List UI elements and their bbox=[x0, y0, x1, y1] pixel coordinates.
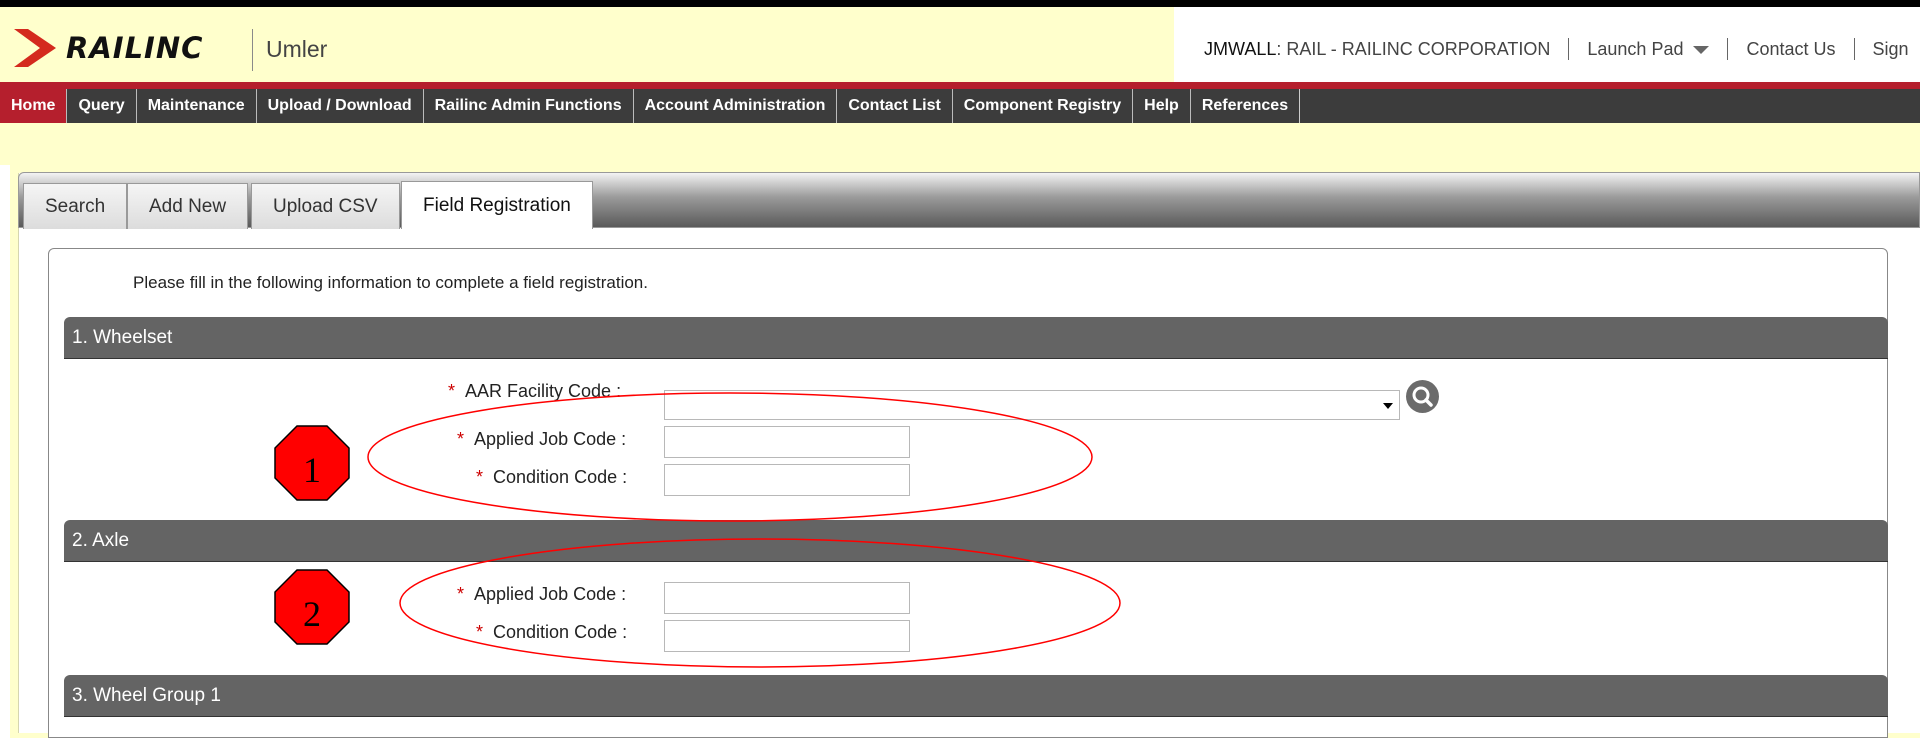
menu-component-registry[interactable]: Component Registry bbox=[953, 89, 1134, 123]
aar-facility-code-select[interactable] bbox=[664, 390, 1400, 420]
menu-home[interactable]: Home bbox=[0, 89, 68, 123]
menu-maintenance[interactable]: Maintenance bbox=[137, 89, 257, 123]
menu-help[interactable]: Help bbox=[1133, 89, 1191, 123]
section-header-axle[interactable]: 2. Axle bbox=[64, 520, 1888, 562]
launch-pad-label: Launch Pad bbox=[1587, 38, 1684, 59]
brand-name: RAILINC bbox=[66, 31, 204, 65]
app-header: RAILINC Umler JMWALL : RAIL - RAILINC CO… bbox=[0, 7, 1920, 85]
user-id: JMWALL bbox=[1204, 38, 1277, 59]
required-marker: * bbox=[448, 381, 456, 401]
aar-facility-code-label: * AAR Facility Code : bbox=[448, 381, 622, 401]
tab-add-new[interactable]: Add New bbox=[127, 183, 249, 229]
required-marker: * bbox=[476, 467, 484, 487]
axle-condition-code-label: * Condition Code : bbox=[476, 622, 628, 642]
required-marker: * bbox=[457, 429, 465, 449]
section-header-wheelset[interactable]: 1. Wheelset bbox=[64, 317, 1888, 359]
tab-upload-csv[interactable]: Upload CSV bbox=[251, 183, 400, 229]
sub-header-band bbox=[0, 123, 1920, 165]
caret-down-icon bbox=[1693, 45, 1710, 54]
axle-applied-job-code-input[interactable] bbox=[664, 582, 910, 614]
axle-applied-job-code-label: * Applied Job Code : bbox=[457, 584, 627, 604]
app-name: Umler bbox=[266, 36, 328, 62]
contact-us-link[interactable]: Contact Us bbox=[1746, 39, 1835, 60]
tab-strip: Search Add New Upload CSV Field Registra… bbox=[18, 172, 1920, 229]
menu-railinc-admin[interactable]: Railinc Admin Functions bbox=[424, 89, 634, 123]
brand-red-rule bbox=[0, 82, 1920, 89]
form-intro: Please fill in the following information… bbox=[133, 273, 648, 292]
railinc-logo[interactable]: RAILINC bbox=[14, 29, 203, 67]
user-area: JMWALL : RAIL - RAILINC CORPORATION Laun… bbox=[1204, 38, 1909, 60]
wheelset-applied-job-code-label: * Applied Job Code : bbox=[457, 429, 627, 449]
wheelset-condition-code-input[interactable] bbox=[664, 464, 910, 496]
launch-pad-menu[interactable]: Launch Pad bbox=[1587, 38, 1710, 60]
dropdown-arrow-icon bbox=[1383, 403, 1393, 409]
divider bbox=[1568, 38, 1570, 60]
logo-divider bbox=[252, 29, 253, 71]
menu-contact-list[interactable]: Contact List bbox=[837, 89, 953, 123]
tab-field-registration[interactable]: Field Registration bbox=[401, 181, 593, 229]
railinc-logo-icon bbox=[14, 29, 56, 67]
section-header-wheel-group-1[interactable]: 3. Wheel Group 1 bbox=[64, 675, 1888, 717]
main-menu: Home Query Maintenance Upload / Download… bbox=[0, 89, 1920, 123]
search-lookup-icon[interactable] bbox=[1406, 380, 1439, 413]
wheelset-applied-job-code-input[interactable] bbox=[664, 426, 910, 458]
divider bbox=[1853, 38, 1855, 60]
tab-search[interactable]: Search bbox=[23, 183, 128, 229]
required-marker: * bbox=[476, 622, 484, 642]
required-marker: * bbox=[457, 584, 465, 604]
menu-query[interactable]: Query bbox=[67, 89, 137, 123]
menu-references[interactable]: References bbox=[1191, 89, 1301, 123]
top-black-strip bbox=[0, 0, 1920, 7]
divider bbox=[1727, 38, 1729, 60]
menu-account-admin[interactable]: Account Administration bbox=[634, 89, 838, 123]
menu-upload-download[interactable]: Upload / Download bbox=[257, 89, 424, 123]
axle-condition-code-input[interactable] bbox=[664, 620, 910, 652]
user-organization: : RAIL - RAILINC CORPORATION bbox=[1276, 38, 1551, 59]
wheelset-condition-code-label: * Condition Code : bbox=[476, 467, 628, 487]
sign-out-link[interactable]: Sign bbox=[1873, 39, 1909, 60]
